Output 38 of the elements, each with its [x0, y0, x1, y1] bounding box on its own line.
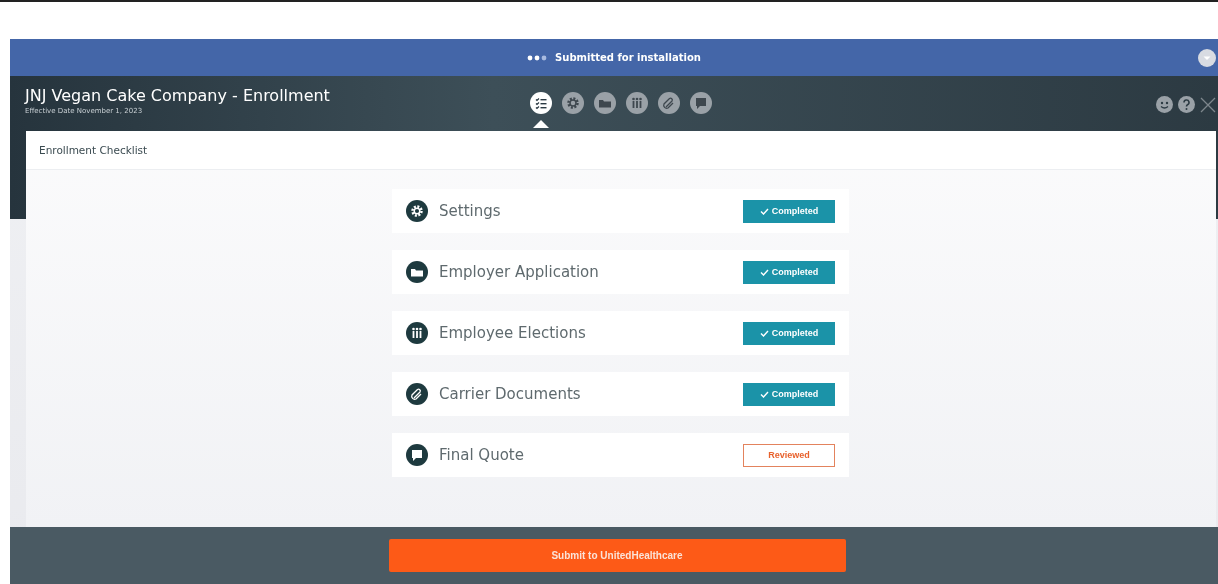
check-icon [759, 207, 769, 215]
checklist-item[interactable]: Settings Completed [392, 189, 849, 233]
paperclip-icon [406, 383, 428, 405]
dropdown-icon[interactable] [1198, 49, 1216, 67]
quote-icon[interactable] [690, 92, 712, 114]
status-text: Completed [771, 389, 819, 399]
item-label: Final Quote [439, 446, 524, 464]
status-text: Completed [771, 267, 819, 277]
checklist-item[interactable]: Final Quote Reviewed [392, 433, 849, 477]
check-icon [759, 268, 769, 276]
item-label: Employee Elections [439, 324, 586, 342]
progress-dots-icon [527, 54, 548, 61]
gear-icon[interactable] [562, 92, 584, 114]
checklist-item[interactable]: Employer Application Completed [392, 250, 849, 294]
people-icon[interactable] [626, 92, 648, 114]
folder-icon [406, 261, 428, 283]
checklist-item[interactable]: Employee Elections Completed [392, 311, 849, 355]
item-label: Settings [439, 202, 501, 220]
item-label: Carrier Documents [439, 385, 581, 403]
gear-icon [406, 200, 428, 222]
page-title: JNJ Vegan Cake Company - Enrollment [25, 86, 331, 105]
folder-icon[interactable] [594, 92, 616, 114]
status-text: Submitted for installation [555, 52, 701, 63]
close-icon[interactable] [1200, 96, 1216, 113]
smiley-icon[interactable] [1156, 96, 1173, 113]
status-text: Reviewed [768, 450, 810, 460]
item-label: Employer Application [439, 263, 599, 281]
panel-title: Enrollment Checklist [26, 131, 1216, 170]
people-icon [406, 322, 428, 344]
check-icon [759, 390, 769, 398]
check-icon [759, 329, 769, 337]
checklist-item[interactable]: Carrier Documents Completed [392, 372, 849, 416]
paperclip-icon[interactable] [658, 92, 680, 114]
quote-icon [406, 444, 428, 466]
checklist-icon[interactable] [530, 92, 552, 114]
status-text: Completed [771, 206, 819, 216]
status-text: Completed [771, 328, 819, 338]
help-icon[interactable] [1178, 96, 1195, 113]
